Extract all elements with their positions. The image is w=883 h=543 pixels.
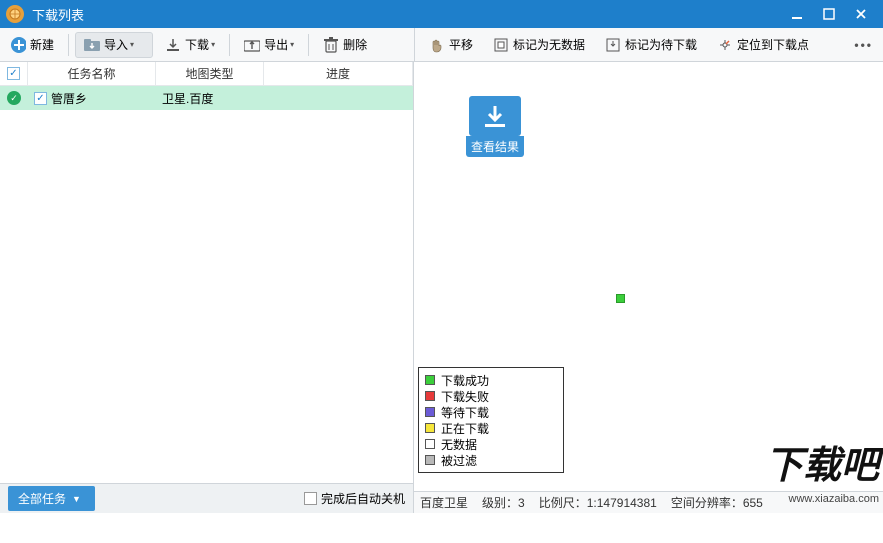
download-icon bbox=[165, 37, 181, 53]
window-title: 下载列表 bbox=[32, 5, 781, 24]
locate-label: 定位到下载点 bbox=[737, 36, 809, 53]
download-button[interactable]: 下载 ▾ bbox=[157, 32, 223, 58]
auto-shutdown-label: 完成后自动关机 bbox=[321, 490, 405, 507]
hand-icon bbox=[429, 37, 445, 53]
legend-swatch bbox=[425, 375, 435, 385]
watermark-logo: 下载吧 bbox=[765, 434, 879, 489]
mark-pending-label: 标记为待下载 bbox=[625, 36, 697, 53]
map-canvas[interactable]: 查看结果 下载成功 下载失败 等待下载 正在下载 无数据 被过滤 百度卫星 级别… bbox=[414, 62, 883, 513]
mark-pending-button[interactable]: 标记为待下载 bbox=[597, 32, 705, 58]
trash-icon bbox=[323, 37, 339, 53]
legend-item: 正在下载 bbox=[425, 420, 557, 436]
more-button[interactable]: ••• bbox=[844, 38, 883, 52]
maximize-button[interactable] bbox=[813, 0, 845, 28]
separator bbox=[308, 34, 309, 56]
header-checkbox[interactable]: ✓ bbox=[7, 67, 20, 80]
separator bbox=[68, 34, 69, 56]
export-button[interactable]: 导出 ▾ bbox=[236, 32, 302, 58]
mark-nodata-label: 标记为无数据 bbox=[513, 36, 585, 53]
locate-button[interactable]: 定位到下载点 bbox=[709, 32, 817, 58]
new-button[interactable]: 新建 bbox=[2, 32, 62, 58]
legend-item: 等待下载 bbox=[425, 404, 557, 420]
table-row[interactable]: ✓ ✓ 管厝乡 卫星.百度 bbox=[0, 86, 413, 110]
legend: 下载成功 下载失败 等待下载 正在下载 无数据 被过滤 bbox=[418, 367, 564, 473]
status-level: 3 bbox=[518, 496, 525, 510]
legend-swatch bbox=[425, 407, 435, 417]
download-label: 下载 bbox=[185, 36, 209, 53]
row-maptype: 卫星.百度 bbox=[156, 90, 264, 107]
legend-item: 被过滤 bbox=[425, 452, 557, 468]
pan-button[interactable]: 平移 bbox=[421, 32, 481, 58]
separator bbox=[229, 34, 230, 56]
view-result-button[interactable]: 查看结果 bbox=[466, 96, 524, 157]
delete-button[interactable]: 删除 bbox=[315, 32, 375, 58]
statusbar: 百度卫星 级别：3 比例尺：1:147914381 空间分辨率：655 bbox=[414, 491, 883, 513]
minimize-button[interactable] bbox=[781, 0, 813, 28]
status-resolution: 655 bbox=[743, 496, 763, 510]
all-tasks-dropdown[interactable]: 全部任务 ▼ bbox=[8, 486, 95, 511]
import-icon bbox=[84, 37, 100, 53]
import-label: 导入 bbox=[104, 36, 128, 53]
status-scale: 1:147914381 bbox=[587, 496, 657, 510]
chevron-down-icon: ▾ bbox=[290, 40, 294, 49]
legend-item: 下载成功 bbox=[425, 372, 557, 388]
auto-shutdown-checkbox[interactable] bbox=[304, 492, 317, 505]
export-label: 导出 bbox=[264, 36, 288, 53]
chevron-down-icon: ▾ bbox=[130, 40, 134, 49]
locate-icon bbox=[717, 37, 733, 53]
legend-swatch bbox=[425, 423, 435, 433]
col-name[interactable]: 任务名称 bbox=[28, 62, 156, 85]
list-header: ✓ 任务名称 地图类型 进度 bbox=[0, 62, 413, 86]
col-maptype[interactable]: 地图类型 bbox=[156, 62, 264, 85]
legend-swatch bbox=[425, 439, 435, 449]
pan-label: 平移 bbox=[449, 36, 473, 53]
plus-circle-icon bbox=[10, 37, 26, 53]
legend-swatch bbox=[425, 391, 435, 401]
close-button[interactable] bbox=[845, 0, 877, 28]
chevron-down-icon: ▼ bbox=[72, 494, 81, 504]
col-progress[interactable]: 进度 bbox=[264, 62, 413, 85]
chevron-down-icon: ▾ bbox=[211, 40, 215, 49]
mark-pending-icon bbox=[605, 37, 621, 53]
view-result-label: 查看结果 bbox=[466, 136, 524, 157]
legend-swatch bbox=[425, 455, 435, 465]
mark-nodata-icon bbox=[493, 37, 509, 53]
all-tasks-label: 全部任务 bbox=[18, 490, 66, 507]
tile-marker bbox=[616, 294, 625, 303]
status-done-icon: ✓ bbox=[7, 91, 21, 105]
legend-item: 下载失败 bbox=[425, 388, 557, 404]
app-icon bbox=[6, 5, 24, 23]
mark-nodata-button[interactable]: 标记为无数据 bbox=[485, 32, 593, 58]
row-name: 管厝乡 bbox=[51, 90, 87, 107]
new-label: 新建 bbox=[30, 36, 54, 53]
import-button[interactable]: 导入 ▾ bbox=[75, 32, 153, 58]
legend-item: 无数据 bbox=[425, 436, 557, 452]
row-checkbox[interactable]: ✓ bbox=[34, 92, 47, 105]
export-icon bbox=[244, 37, 260, 53]
status-source: 百度卫星 bbox=[420, 494, 468, 511]
download-arrow-icon bbox=[469, 96, 521, 136]
task-list: ✓ ✓ 管厝乡 卫星.百度 bbox=[0, 86, 413, 513]
delete-label: 删除 bbox=[343, 36, 367, 53]
